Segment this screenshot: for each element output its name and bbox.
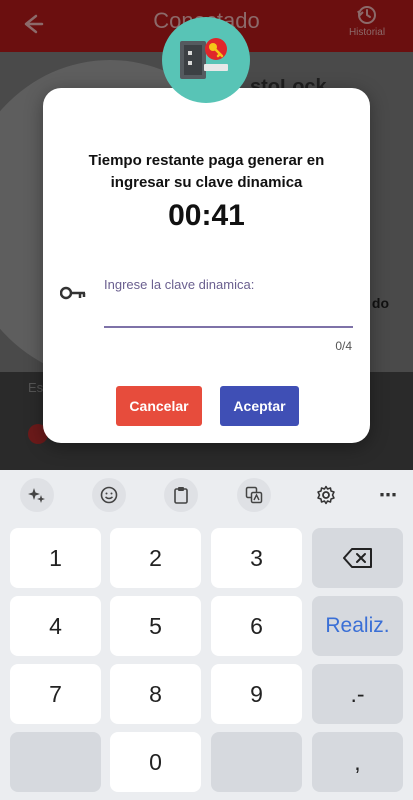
background-label: Es [28, 380, 44, 395]
keyboard-toolbar: ⋯ [0, 470, 413, 516]
translate-icon [245, 486, 263, 504]
lock-badge [162, 17, 250, 103]
gear-icon [317, 485, 335, 505]
key-6[interactable]: 6 [211, 596, 302, 656]
sparkle-icon [28, 488, 45, 503]
clipboard-button[interactable] [164, 478, 198, 512]
history-label: Historial [348, 27, 386, 38]
done-key[interactable]: Realiz. [312, 596, 403, 656]
field-label: Ingrese la clave dinamica: [104, 277, 255, 292]
key-icon [60, 286, 86, 300]
dialog-message: Tiempo restante paga generar en ingresar… [88, 152, 325, 191]
key-3[interactable]: 3 [211, 528, 302, 588]
key-0[interactable]: 0 [110, 732, 201, 792]
more-icon: ⋯ [379, 484, 397, 505]
emoji-icon [100, 486, 118, 504]
key-4[interactable]: 4 [10, 596, 101, 656]
history-button[interactable]: Historial [341, 4, 393, 38]
accept-button[interactable]: Aceptar [220, 386, 299, 426]
key-2[interactable]: 2 [110, 528, 201, 588]
dynamic-key-dialog: Tiempo restante paga generar en ingresar… [43, 88, 370, 443]
key-1[interactable]: 1 [10, 528, 101, 588]
space-key[interactable] [211, 732, 302, 792]
dot-dash-key[interactable]: .- [312, 664, 403, 724]
more-button[interactable]: ⋯ [371, 478, 405, 512]
backspace-key[interactable] [312, 528, 403, 588]
translate-button[interactable] [237, 478, 271, 512]
comma-key[interactable]: , [312, 732, 403, 792]
cancel-button[interactable]: Cancelar [116, 386, 202, 426]
dynamic-key-input[interactable] [104, 294, 353, 328]
key-8[interactable]: 8 [110, 664, 201, 724]
keyboard-settings-button[interactable] [309, 478, 343, 512]
clipboard-icon [174, 487, 188, 504]
backspace-icon [342, 548, 372, 568]
key-7[interactable]: 7 [10, 664, 101, 724]
blank-key[interactable] [10, 732, 101, 792]
sparkle-button[interactable] [20, 478, 54, 512]
key-9[interactable]: 9 [211, 664, 302, 724]
background-status-text: do [371, 295, 389, 311]
countdown-timer: 00:41 [168, 199, 245, 232]
character-counter: 0/4 [335, 339, 352, 353]
key-5[interactable]: 5 [110, 596, 201, 656]
lock-key-icon [180, 38, 228, 79]
history-icon [357, 6, 376, 24]
numeric-keyboard: ⋯ 1 2 3 4 5 6 Realiz. 7 8 9 .- 0 , [0, 470, 413, 800]
emoji-button[interactable] [92, 478, 126, 512]
